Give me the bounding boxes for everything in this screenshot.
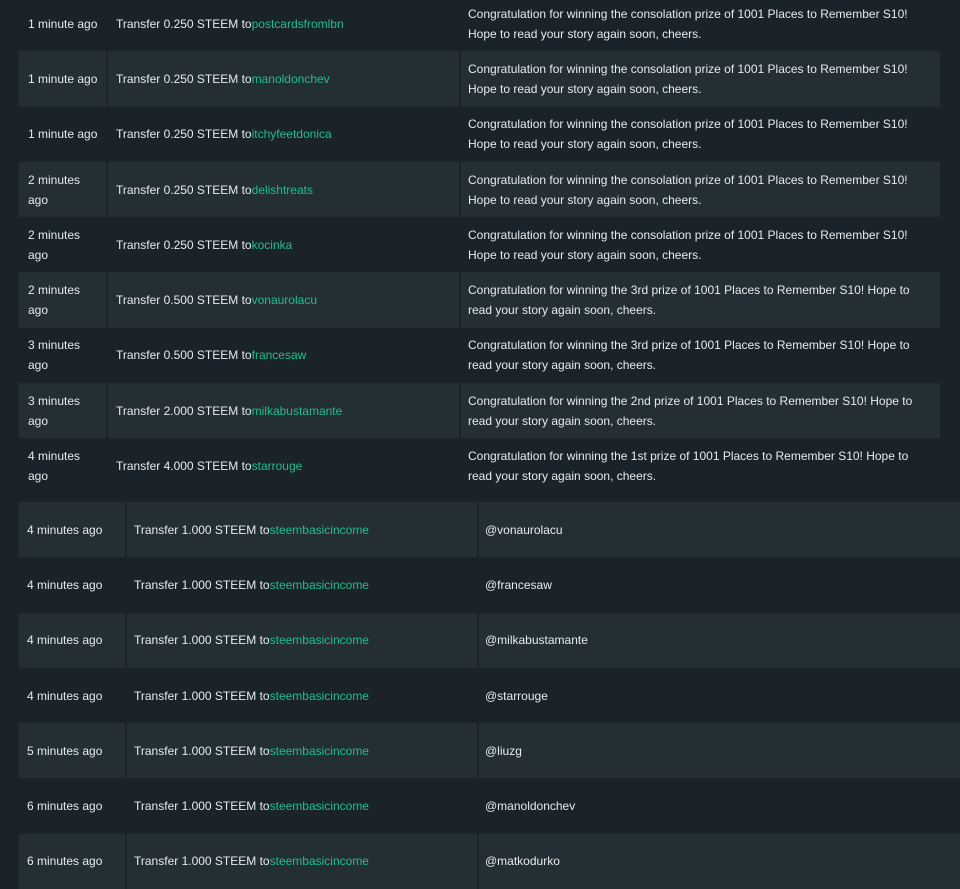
memo: Congratulation for winning the 2nd prize… <box>459 383 940 439</box>
recipient-link[interactable]: francesaw <box>252 345 307 365</box>
timestamp: 4 minutes ago <box>28 449 81 484</box>
table-row: 1 minute ago Transfer 0.250 STEEM to pos… <box>0 0 960 52</box>
memo: @milkabustamante <box>477 612 960 668</box>
operation: Transfer 1.000 STEEM to steembasicincome <box>125 667 477 724</box>
operation: Transfer 0.250 STEEM to delishtreats <box>106 161 459 218</box>
memo: @vonaurolacu <box>477 502 960 558</box>
recipient-link[interactable]: milkabustamante <box>252 401 343 421</box>
recipient-link[interactable]: steembasicincome <box>270 520 369 540</box>
table-row: 5 minutes ago Transfer 1.000 STEEM to st… <box>0 723 960 779</box>
memo: Congratulation for winning the consolati… <box>459 161 940 218</box>
table-row: 6 minutes ago Transfer 1.000 STEEM to st… <box>0 833 960 889</box>
operation: Transfer 2.000 STEEM to milkabustamante <box>106 383 459 439</box>
table-row: 1 minute ago Transfer 0.250 STEEM to itc… <box>0 106 960 162</box>
table-row: 3 minutes ago Transfer 0.500 STEEM to fr… <box>0 327 960 384</box>
transfer-group-sbi: 4 minutes ago Transfer 1.000 STEEM to st… <box>0 502 960 889</box>
timestamp: 6 minutes ago <box>19 833 125 889</box>
table-row: 4 minutes ago Transfer 1.000 STEEM to st… <box>0 667 960 724</box>
memo: Congratulation for winning the consolati… <box>459 0 940 52</box>
operation: Transfer 1.000 STEEM to steembasicincome <box>125 833 477 889</box>
transfer-group-prizes: 1 minute ago Transfer 0.250 STEEM to pos… <box>0 0 960 494</box>
timestamp: 4 minutes ago <box>19 502 125 558</box>
operation: Transfer 0.250 STEEM to itchyfeetdonica <box>106 106 459 162</box>
memo: Congratulation for winning the consolati… <box>459 217 940 273</box>
operation: Transfer 0.250 STEEM to kocinka <box>106 217 459 273</box>
table-row: 2 minutes ago Transfer 0.250 STEEM to de… <box>0 161 960 218</box>
timestamp: 2 minutes ago <box>19 161 106 218</box>
timestamp: 3 minutes ago <box>19 383 106 439</box>
table-row: 2 minutes ago Transfer 0.250 STEEM to ko… <box>0 217 960 273</box>
timestamp: 1 minute ago <box>28 16 98 31</box>
recipient-link[interactable]: vonaurolacu <box>252 290 317 310</box>
transfer-history: 1 minute ago Transfer 0.250 STEEM to pos… <box>0 0 960 889</box>
operation: Transfer 0.250 STEEM to manoldonchev <box>106 51 459 107</box>
memo: @starrouge <box>477 667 960 724</box>
table-row: 4 minutes ago Transfer 4.000 STEEM to st… <box>0 438 960 494</box>
timestamp: 3 minutes ago <box>28 338 81 373</box>
operation: Transfer 1.000 STEEM to steembasicincome <box>125 612 477 668</box>
operation: Transfer 1.000 STEEM to steembasicincome <box>125 557 477 613</box>
recipient-link[interactable]: steembasicincome <box>270 575 369 595</box>
recipient-link[interactable]: steembasicincome <box>270 686 369 706</box>
table-row: 1 minute ago Transfer 0.250 STEEM to man… <box>0 51 960 107</box>
recipient-link[interactable]: steembasicincome <box>270 851 369 871</box>
recipient-link[interactable]: kocinka <box>252 235 293 255</box>
memo: Congratulation for winning the consolati… <box>459 106 940 162</box>
recipient-link[interactable]: delishtreats <box>252 180 313 200</box>
memo: @liuzg <box>477 723 960 779</box>
recipient-link[interactable]: steembasicincome <box>270 741 369 761</box>
recipient-link[interactable]: steembasicincome <box>270 630 369 650</box>
operation: Transfer 1.000 STEEM to steembasicincome <box>125 502 477 558</box>
timestamp: 4 minutes ago <box>19 612 125 668</box>
timestamp: 1 minute ago <box>28 127 98 142</box>
timestamp: 2 minutes ago <box>28 227 81 262</box>
table-row: 2 minutes ago Transfer 0.500 STEEM to vo… <box>0 272 960 328</box>
timestamp: 5 minutes ago <box>19 723 125 779</box>
operation: Transfer 0.500 STEEM to francesaw <box>106 327 459 384</box>
memo: @francesaw <box>477 557 960 613</box>
memo: @manoldonchev <box>477 778 960 834</box>
memo: Congratulation for winning the 3rd prize… <box>459 272 940 328</box>
operation: Transfer 4.000 STEEM to starrouge <box>106 438 459 494</box>
memo: @matkodurko <box>477 833 960 889</box>
operation: Transfer 0.500 STEEM to vonaurolacu <box>106 272 459 328</box>
table-row: 3 minutes ago Transfer 2.000 STEEM to mi… <box>0 383 960 439</box>
recipient-link[interactable]: starrouge <box>252 456 303 476</box>
table-row: 4 minutes ago Transfer 1.000 STEEM to st… <box>0 502 960 558</box>
timestamp: 4 minutes ago <box>27 688 103 703</box>
table-row: 4 minutes ago Transfer 1.000 STEEM to st… <box>0 612 960 668</box>
memo: Congratulation for winning the 3rd prize… <box>459 327 940 384</box>
recipient-link[interactable]: itchyfeetdonica <box>252 124 332 144</box>
timestamp: 6 minutes ago <box>27 799 103 814</box>
memo: Congratulation for winning the 1st prize… <box>459 438 940 494</box>
recipient-link[interactable]: steembasicincome <box>270 796 369 816</box>
timestamp: 4 minutes ago <box>27 577 103 592</box>
memo: Congratulation for winning the consolati… <box>459 51 940 107</box>
timestamp: 2 minutes ago <box>19 272 106 328</box>
recipient-link[interactable]: postcardsfromlbn <box>252 14 344 34</box>
table-row: 4 minutes ago Transfer 1.000 STEEM to st… <box>0 557 960 613</box>
operation: Transfer 1.000 STEEM to steembasicincome <box>125 723 477 779</box>
operation: Transfer 1.000 STEEM to steembasicincome <box>125 778 477 834</box>
recipient-link[interactable]: manoldonchev <box>252 69 330 89</box>
table-row: 6 minutes ago Transfer 1.000 STEEM to st… <box>0 778 960 834</box>
operation: Transfer 0.250 STEEM to postcardsfromlbn <box>106 0 459 52</box>
timestamp: 1 minute ago <box>19 51 106 107</box>
